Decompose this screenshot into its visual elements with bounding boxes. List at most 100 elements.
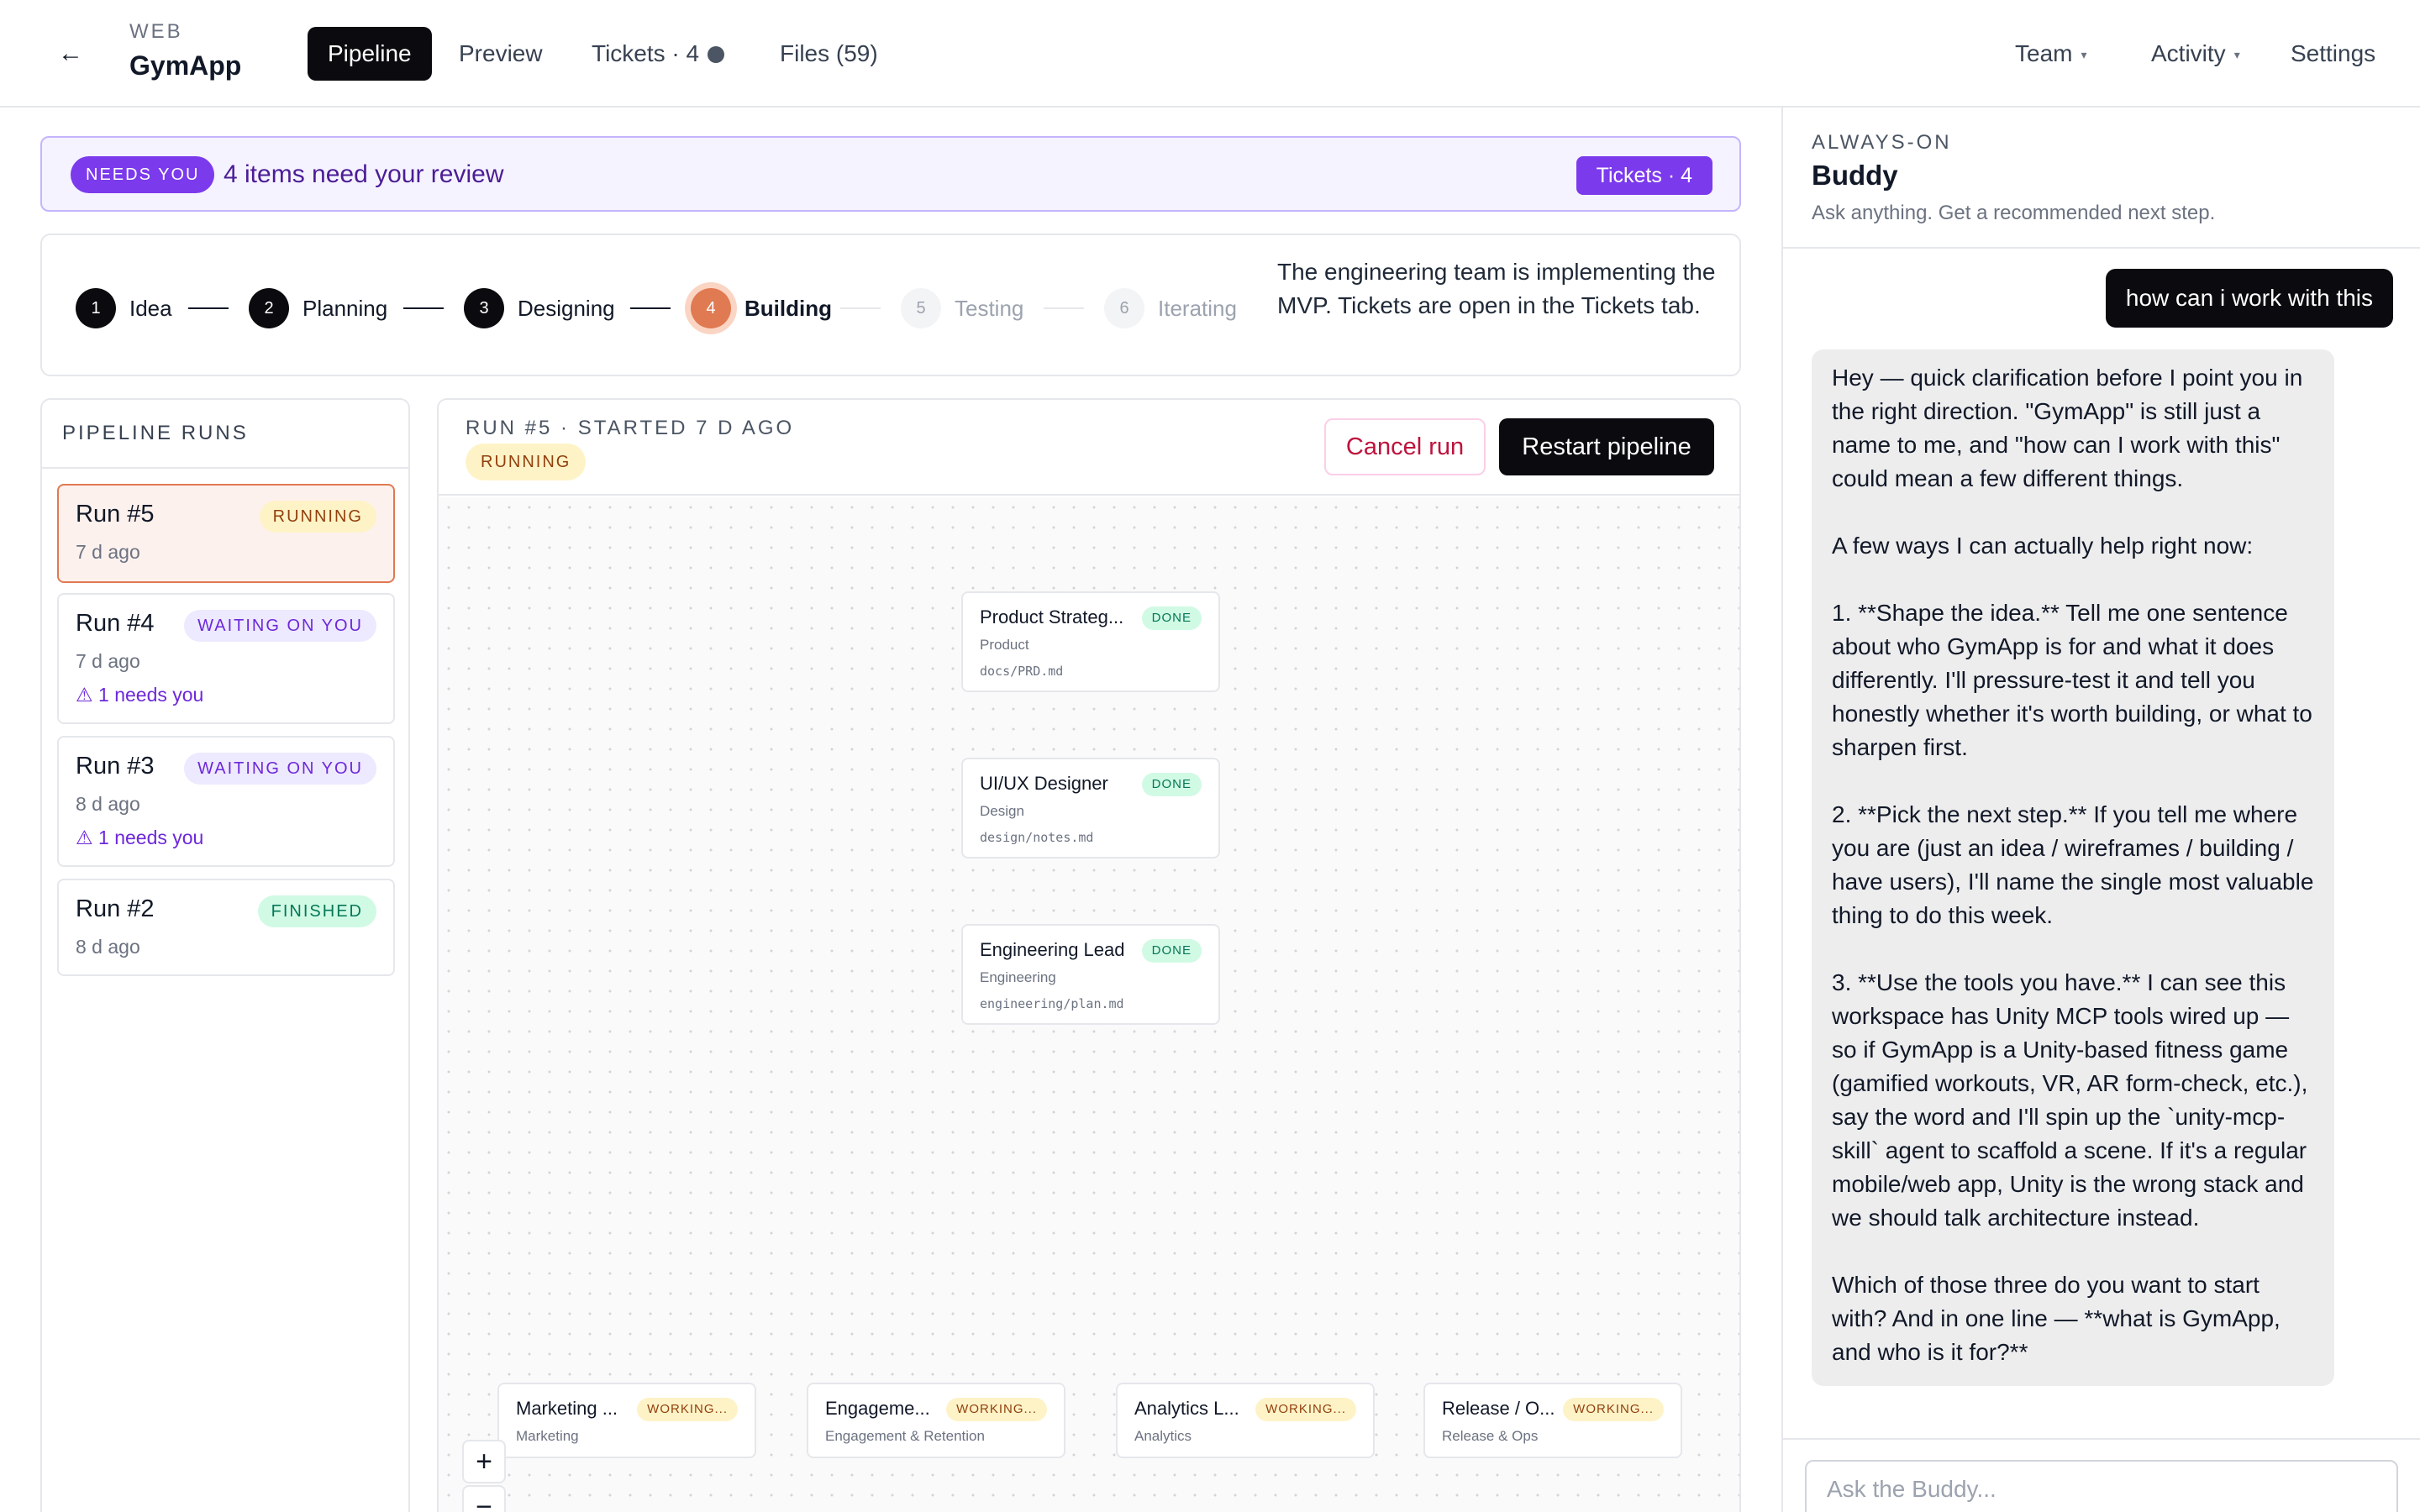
step-building[interactable]: 4 Building: [691, 287, 832, 329]
run-card-3[interactable]: Run #3 WAITING ON YOU 8 d ago ⚠ 1 needs …: [57, 736, 395, 867]
status-badge: DONE: [1141, 939, 1202, 963]
step-label: Iterating: [1158, 295, 1237, 321]
run-card-4[interactable]: Run #4 WAITING ON YOU 7 d ago ⚠ 1 needs …: [57, 593, 395, 724]
tab-files-label: Files (59): [780, 40, 878, 66]
tab-tickets[interactable]: Tickets · 4: [571, 27, 744, 81]
agent-node-product-strategist[interactable]: Product Strateg... DONE Product docs/PRD…: [961, 591, 1220, 692]
cancel-run-button[interactable]: Cancel run: [1324, 418, 1486, 475]
chevron-down-icon: ▾: [2081, 48, 2087, 61]
node-role: Analytics: [1134, 1428, 1192, 1444]
run-status-badge: RUNNING: [466, 444, 587, 480]
node-title: Analytics L...: [1134, 1398, 1239, 1419]
node-title: UI/UX Designer: [980, 773, 1108, 794]
tab-preview-label: Preview: [459, 40, 543, 66]
chevron-down-icon: ▾: [2233, 48, 2240, 61]
step-label: Testing: [955, 295, 1024, 321]
review-banner: NEEDS YOU 4 items need your review Ticke…: [40, 136, 1741, 212]
divider: [1783, 247, 2420, 249]
run-time: 7 d ago: [76, 541, 140, 563]
status-badge: DONE: [1141, 606, 1202, 630]
node-role: Marketing: [516, 1428, 579, 1444]
node-title: Release / O...: [1442, 1398, 1555, 1419]
step-connector: [1044, 307, 1084, 309]
zoom-out-button[interactable]: −: [462, 1485, 506, 1512]
run-card-2[interactable]: Run #2 FINISHED 8 d ago: [57, 879, 395, 976]
node-title: Product Strateg...: [980, 606, 1124, 627]
node-title: Engageme...: [825, 1398, 930, 1419]
buddy-panel: ALWAYS-ON Buddy Ask anything. Get a reco…: [1781, 108, 2420, 1512]
agent-node-analytics[interactable]: Analytics L... WORKING... Analytics: [1116, 1383, 1375, 1458]
step-iterating[interactable]: 6 Iterating: [1104, 287, 1237, 329]
run-time: 7 d ago: [76, 650, 140, 672]
step-number: 1: [76, 288, 116, 328]
tab-pipeline[interactable]: Pipeline: [308, 27, 432, 81]
node-role: Product: [980, 637, 1029, 653]
status-badge: WORKING...: [1255, 1398, 1356, 1421]
buddy-title: Buddy: [1812, 160, 1898, 191]
needs-you-note: ⚠ 1 needs you: [76, 684, 204, 706]
node-title: Engineering Lead: [980, 939, 1125, 960]
tickets-button[interactable]: Tickets · 4: [1576, 156, 1712, 195]
top-bar: ← WEB GymApp Pipeline Preview Tickets · …: [0, 0, 2420, 108]
agent-node-marketing[interactable]: Marketing ... WORKING... Marketing: [497, 1383, 756, 1458]
agent-node-release-ops[interactable]: Release / O... WORKING... Release & Ops: [1423, 1383, 1682, 1458]
buddy-subtitle: Ask anything. Get a recommended next ste…: [1812, 202, 2216, 224]
pipeline-canvas[interactable]: Product Strateg... DONE Product docs/PRD…: [439, 497, 1739, 1512]
step-testing[interactable]: 5 Testing: [901, 287, 1023, 329]
node-title: Marketing ...: [516, 1398, 618, 1419]
agent-node-uiux-designer[interactable]: UI/UX Designer DONE Design design/notes.…: [961, 758, 1220, 858]
step-label: Planning: [302, 295, 388, 321]
project-name: GymApp: [129, 50, 242, 81]
run-time: 8 d ago: [76, 793, 140, 815]
node-role: Release & Ops: [1442, 1428, 1539, 1444]
node-role: Engineering: [980, 969, 1056, 985]
pipeline-runs-panel: PIPELINE RUNS Run #5 RUNNING 7 d ago Run…: [40, 398, 410, 1512]
tab-files[interactable]: Files (59): [760, 27, 898, 81]
activity-menu[interactable]: Activity ▾: [2151, 27, 2240, 81]
settings-link[interactable]: Settings: [2291, 27, 2375, 81]
status-badge: WORKING...: [1563, 1398, 1664, 1421]
step-planning[interactable]: 2 Planning: [249, 287, 387, 329]
buddy-input[interactable]: [1805, 1460, 2398, 1512]
back-arrow-icon[interactable]: ←: [54, 37, 87, 71]
tab-preview[interactable]: Preview: [439, 27, 563, 81]
node-file: engineering/plan.md: [980, 996, 1124, 1011]
stage-description: The engineering team is implementing the…: [1277, 259, 1716, 318]
run-title: RUN #5 · STARTED 7 D AGO: [466, 417, 795, 439]
run-detail-header: RUN #5 · STARTED 7 D AGO RUNNING Cancel …: [439, 400, 1739, 496]
step-designing[interactable]: 3 Designing: [464, 287, 615, 329]
status-badge: FINISHED: [257, 895, 376, 927]
status-badge: DONE: [1141, 773, 1202, 796]
settings-link-label: Settings: [2291, 40, 2376, 66]
divider: [42, 467, 408, 469]
step-connector: [188, 307, 229, 309]
activity-menu-label: Activity: [2151, 40, 2226, 66]
run-name: Run #3: [76, 753, 155, 780]
agent-node-engagement[interactable]: Engageme... WORKING... Engagement & Rete…: [807, 1383, 1065, 1458]
step-number: 4: [691, 288, 731, 328]
step-connector: [403, 307, 444, 309]
agent-node-engineering-lead[interactable]: Engineering Lead DONE Engineering engine…: [961, 924, 1220, 1025]
pipeline-runs-title: PIPELINE RUNS: [62, 422, 249, 444]
step-connector: [630, 307, 671, 309]
project-kicker: WEB: [129, 20, 183, 43]
status-badge: WAITING ON YOU: [184, 610, 376, 642]
run-name: Run #5: [76, 501, 155, 528]
buddy-kicker: ALWAYS-ON: [1812, 131, 1952, 154]
step-number: 6: [1104, 288, 1144, 328]
zoom-in-button[interactable]: +: [462, 1440, 506, 1483]
run-time: 8 d ago: [76, 936, 140, 958]
step-idea[interactable]: 1 Idea: [76, 287, 172, 329]
node-file: design/notes.md: [980, 830, 1094, 845]
tab-tickets-label: Tickets · 4: [592, 40, 700, 66]
run-card-5[interactable]: Run #5 RUNNING 7 d ago: [57, 484, 395, 583]
run-detail-panel: RUN #5 · STARTED 7 D AGO RUNNING Cancel …: [437, 398, 1741, 1512]
needs-you-badge: NEEDS YOU: [71, 156, 215, 193]
node-role: Engagement & Retention: [825, 1428, 985, 1444]
status-badge: RUNNING: [259, 501, 376, 533]
team-menu[interactable]: Team ▾: [2015, 27, 2087, 81]
status-badge: WORKING...: [637, 1398, 738, 1421]
run-name: Run #4: [76, 610, 155, 637]
restart-pipeline-button[interactable]: Restart pipeline: [1499, 418, 1714, 475]
tab-pipeline-label: Pipeline: [328, 40, 412, 66]
